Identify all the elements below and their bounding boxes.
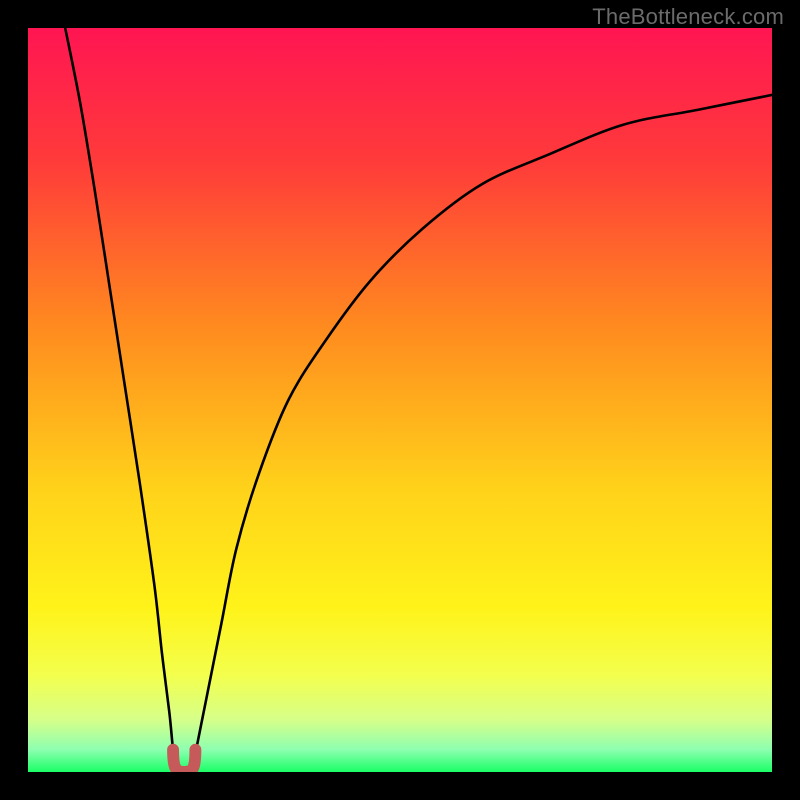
- watermark-text: TheBottleneck.com: [592, 4, 784, 30]
- left-branch-curve: [65, 28, 177, 772]
- plot-area: [28, 28, 772, 772]
- chart-frame: TheBottleneck.com: [0, 0, 800, 800]
- right-branch-curve: [192, 95, 772, 772]
- curve-layer: [28, 28, 772, 772]
- minimum-u-marker: [173, 750, 195, 772]
